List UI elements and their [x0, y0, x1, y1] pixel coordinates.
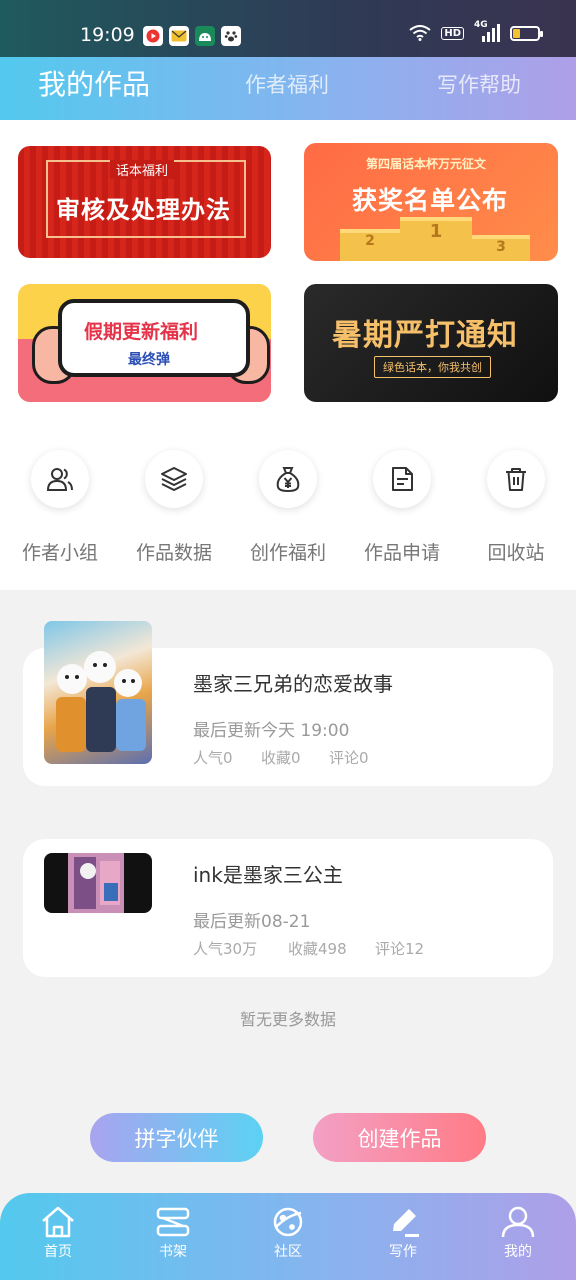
work-favorites: 收藏498	[288, 940, 347, 958]
phone-graphic: 假期更新福利 最终弹	[58, 299, 250, 377]
banner-subtitle: 第四届话本杯万元征文	[366, 157, 487, 171]
banner-award-list[interactable]: 第四届话本杯万元征文 获奖名单公布 2 1 3	[304, 143, 558, 261]
nav-label: 我的	[504, 1244, 532, 1260]
work-last-updated: 最后更新08-21	[193, 912, 311, 932]
banner-title: 暑期严打通知	[332, 318, 518, 353]
banner-holiday-bonus[interactable]: 假期更新福利 最终弹	[18, 284, 271, 402]
banner-summer-crackdown[interactable]: 暑期严打通知 绿色话本，你我共创	[304, 284, 558, 402]
quick-action-creation-benefits[interactable]: 创作福利	[242, 450, 334, 565]
banner-review-rules[interactable]: 话本福利 审核及处理办法	[18, 146, 271, 258]
document-icon	[373, 450, 431, 508]
status-time: 19:09	[80, 24, 135, 46]
battery-level	[513, 28, 520, 38]
create-work-button[interactable]: 创建作品	[313, 1113, 486, 1162]
work-popularity: 人气30万	[193, 940, 258, 958]
bookshelf-icon	[156, 1207, 190, 1237]
podium-third: 3	[472, 235, 530, 261]
planet-icon	[273, 1207, 303, 1237]
bottom-nav: 首页 书架 社区 写作 我的	[0, 1193, 576, 1280]
signal-icon: 4G	[474, 20, 500, 42]
work-comments: 评论0	[329, 749, 369, 767]
person-icon	[501, 1206, 535, 1238]
nav-mine[interactable]: 我的	[478, 1205, 558, 1261]
nav-write[interactable]: 写作	[363, 1205, 443, 1261]
status-bar: 19:09 HD 4G	[0, 0, 576, 58]
work-cover-image	[44, 853, 152, 913]
pen-icon	[393, 1209, 419, 1237]
tab-writing-help[interactable]: 写作帮助	[437, 69, 521, 99]
work-card[interactable]: ink是墨家三公主 最后更新08-21 人气30万 收藏498 评论12	[23, 839, 553, 977]
quick-action-label: 作品数据	[135, 542, 212, 564]
home-icon	[42, 1206, 74, 1238]
work-comments: 评论12	[375, 940, 425, 958]
podium-first: 1	[400, 217, 472, 261]
work-stats: 人气30万 收藏498 评论12	[193, 938, 424, 959]
banner-subtitle: 最终弹	[128, 352, 170, 368]
trash-icon	[487, 450, 545, 508]
tab-author-benefits[interactable]: 作者福利	[245, 69, 329, 99]
layers-icon	[145, 450, 203, 508]
quick-action-label: 创作福利	[249, 542, 326, 564]
android-app-icon	[195, 26, 215, 46]
work-favorites: 收藏0	[261, 749, 301, 767]
quick-action-author-group[interactable]: 作者小组	[14, 450, 106, 565]
nav-label: 社区	[274, 1244, 302, 1260]
writing-partner-button[interactable]: 拼字伙伴	[90, 1113, 263, 1162]
nav-label: 书架	[159, 1244, 187, 1260]
quick-action-label: 回收站	[487, 542, 545, 564]
quick-action-label: 作品申请	[363, 542, 440, 564]
mail-app-icon	[169, 26, 189, 46]
work-title: 墨家三兄弟的恋爱故事	[193, 672, 393, 696]
tab-my-works[interactable]: 我的作品	[38, 63, 150, 103]
work-title: ink是墨家三公主	[193, 863, 343, 887]
work-card[interactable]: 墨家三兄弟的恋爱故事 最后更新今天 19:00 人气0 收藏0 评论0	[23, 621, 553, 786]
money-bag-icon	[259, 450, 317, 508]
battery-icon	[510, 25, 543, 41]
nav-community[interactable]: 社区	[248, 1205, 328, 1261]
banner-tag: 话本福利	[110, 160, 175, 179]
video-app-icon	[143, 26, 163, 46]
work-stats: 人气0 收藏0 评论0	[193, 747, 369, 768]
work-last-updated: 最后更新今天 19:00	[193, 721, 350, 741]
nav-home[interactable]: 首页	[18, 1205, 98, 1261]
no-more-data-text: 暂无更多数据	[239, 1010, 336, 1029]
quick-action-work-application[interactable]: 作品申请	[356, 450, 448, 565]
hd-badge: HD	[441, 26, 464, 40]
banner-title: 审核及处理办法	[56, 196, 231, 224]
users-icon	[31, 450, 89, 508]
banner-subtitle: 绿色话本，你我共创	[374, 356, 491, 378]
nav-label: 首页	[44, 1244, 72, 1260]
wifi-icon	[409, 25, 431, 41]
quick-action-recycle-bin[interactable]: 回收站	[470, 450, 562, 565]
podium-second: 2	[340, 229, 400, 261]
nav-label: 写作	[389, 1244, 417, 1260]
nav-bookshelf[interactable]: 书架	[133, 1205, 213, 1261]
banner-title: 假期更新福利	[84, 321, 199, 343]
work-cover-image	[44, 621, 152, 764]
top-tab-bar: 我的作品 作者福利 写作帮助	[0, 57, 576, 121]
work-popularity: 人气0	[193, 749, 233, 767]
quick-action-work-data[interactable]: 作品数据	[128, 450, 220, 565]
paw-app-icon	[221, 26, 241, 46]
banner-title: 获奖名单公布	[352, 186, 509, 215]
quick-action-label: 作者小组	[21, 542, 98, 564]
